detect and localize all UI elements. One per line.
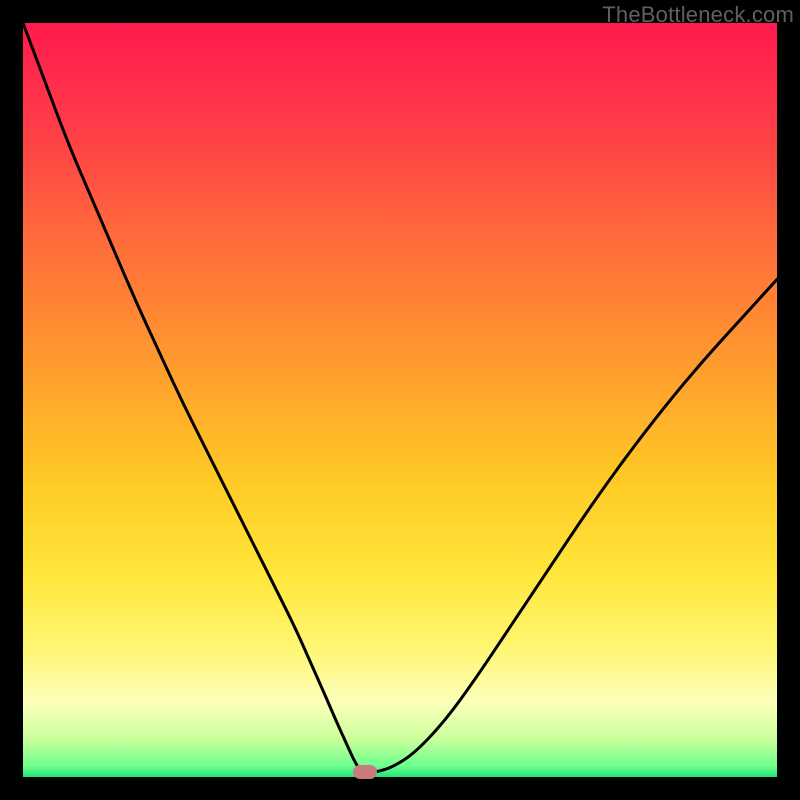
watermark-text: TheBottleneck.com bbox=[602, 2, 794, 28]
gradient-background bbox=[23, 23, 777, 777]
chart-frame bbox=[23, 23, 777, 777]
optimal-marker bbox=[353, 765, 377, 779]
bottleneck-chart bbox=[23, 23, 777, 777]
